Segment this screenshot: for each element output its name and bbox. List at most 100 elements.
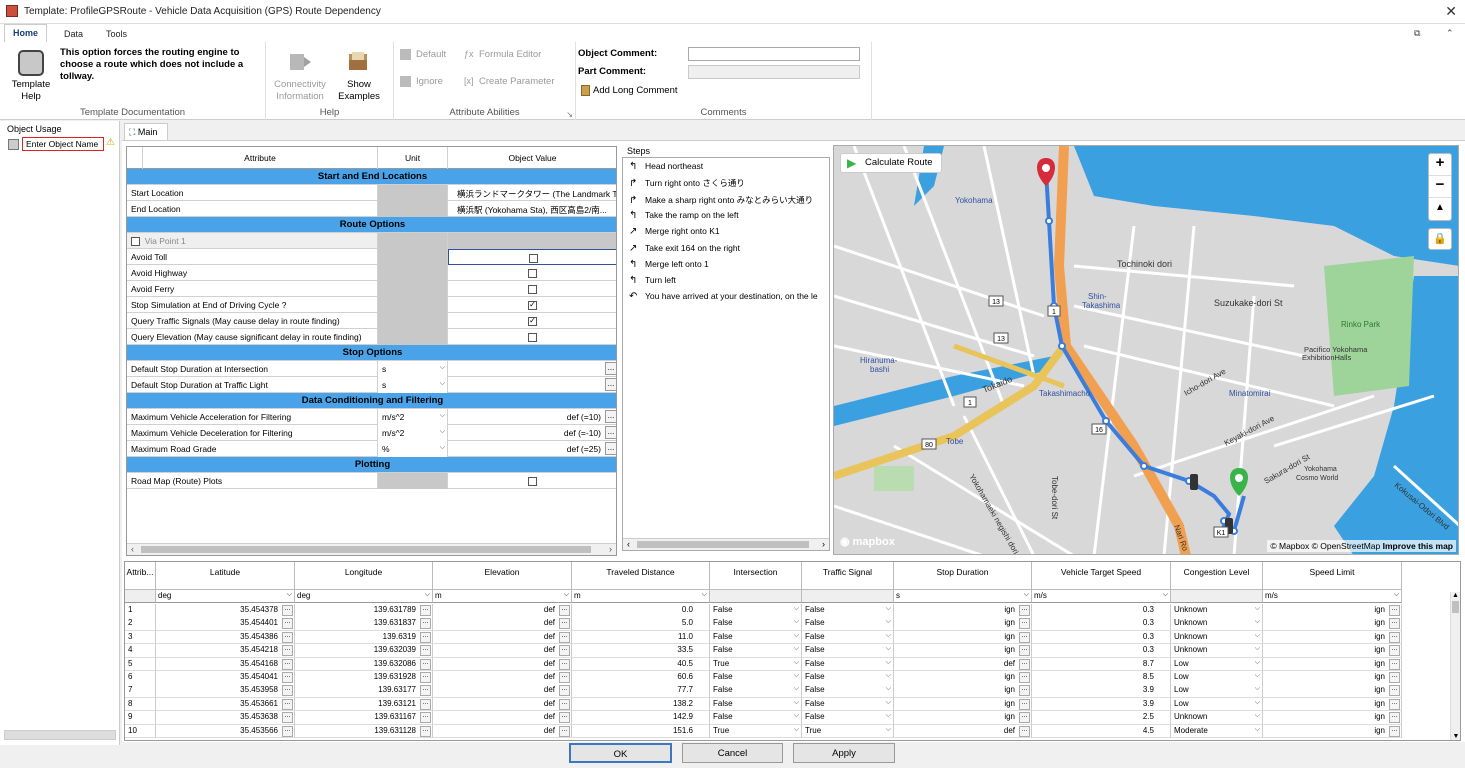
dropdown-icon[interactable]: ⌵	[1255, 685, 1260, 693]
ellipsis-button[interactable]: ...	[1019, 618, 1030, 630]
dropdown-icon[interactable]: ⌵	[886, 685, 891, 693]
ellipsis-button[interactable]: ...	[1389, 672, 1400, 683]
table-cell[interactable]: 8.5	[1032, 671, 1171, 685]
tab-tools[interactable]: Tools	[100, 29, 133, 39]
scroll-down-icon[interactable]: ▼	[1451, 733, 1460, 740]
column-header[interactable]: Speed Limit	[1263, 562, 1402, 590]
ellipsis-button[interactable]: ...	[1389, 725, 1400, 737]
dropdown-icon[interactable]: ⌵	[1255, 632, 1260, 640]
ellipsis-button[interactable]: ...	[420, 685, 431, 697]
ellipsis-button[interactable]: ...	[605, 362, 616, 375]
step-item[interactable]: ↱ Turn right onto さくら通り	[629, 177, 745, 193]
column-header[interactable]: Traffic Signal	[802, 562, 894, 590]
table-cell[interactable]: 35.453638...	[156, 711, 295, 725]
table-cell[interactable]: 35.453566...	[156, 724, 295, 739]
table-cell[interactable]: 2.5	[1032, 711, 1171, 725]
table-cell[interactable]: 139.631789...	[295, 604, 433, 618]
table-cell[interactable]: 139.631837...	[295, 617, 433, 631]
lock-icon[interactable]: 🔒	[1428, 228, 1452, 250]
table-cell[interactable]: 35.454401...	[156, 617, 295, 631]
dialog-launcher-icon[interactable]: ↘	[566, 110, 573, 119]
table-cell[interactable]: Unknown ⌵	[1171, 604, 1263, 618]
value-cell[interactable]: ...	[448, 361, 616, 377]
ellipsis-button[interactable]: ...	[559, 658, 570, 670]
table-cell[interactable]: 139.632039...	[295, 644, 433, 658]
table-cell[interactable]: def...	[433, 630, 572, 645]
unit-dropdown[interactable]: % ⌵	[378, 441, 448, 457]
dropdown-icon[interactable]: ⌵	[794, 726, 799, 734]
ellipsis-button[interactable]: ...	[282, 672, 293, 683]
calculate-route-button[interactable]: ▶ Calculate Route	[840, 153, 942, 173]
table-cell[interactable]: 0.3	[1032, 644, 1171, 658]
avoid-toll-checkbox[interactable]	[528, 254, 538, 264]
table-cell[interactable]: def...	[433, 711, 572, 725]
add-long-comment-button[interactable]: Add Long Comment	[593, 85, 678, 96]
dropdown-icon[interactable]: ⌵	[886, 672, 891, 680]
table-cell[interactable]: 35.453661...	[156, 697, 295, 712]
ellipsis-button[interactable]: ...	[282, 698, 293, 710]
table-cell[interactable]: 35.453958...	[156, 684, 295, 698]
row-via-point[interactable]: Via Point 1	[127, 233, 616, 249]
ellipsis-button[interactable]: ...	[420, 725, 431, 737]
ellipsis-button[interactable]: ...	[420, 645, 431, 657]
table-cell[interactable]: def...	[433, 657, 572, 672]
scroll-left-icon[interactable]: ‹	[627, 539, 630, 549]
query-elevation-checkbox[interactable]	[528, 333, 537, 343]
table-cell[interactable]: 138.2	[572, 697, 710, 712]
dropdown-icon[interactable]: ⌵	[886, 618, 891, 626]
unit-cell[interactable]: m/s ⌵	[1263, 590, 1402, 603]
ellipsis-button[interactable]: ...	[1389, 658, 1400, 670]
table-cell[interactable]: 151.6	[572, 724, 710, 739]
unit-cell[interactable]: m ⌵	[572, 590, 710, 603]
ellipsis-button[interactable]: ...	[1019, 672, 1030, 683]
table-cell[interactable]: def...	[894, 724, 1032, 739]
table-cell[interactable]: 139.631167...	[295, 711, 433, 725]
dropdown-icon[interactable]: ⌵	[1255, 605, 1260, 613]
dropdown-icon[interactable]: ⌵	[794, 672, 799, 680]
row-query-elevation[interactable]: Query Elevation (May cause significant d…	[127, 329, 616, 345]
table-cell[interactable]: False ⌵	[802, 697, 894, 712]
attribution-text[interactable]: © Mapbox © OpenStreetMap	[1270, 541, 1380, 551]
table-cell[interactable]: ign...	[1263, 671, 1402, 685]
ellipsis-button[interactable]: ...	[559, 631, 570, 643]
table-cell[interactable]: ign...	[1263, 630, 1402, 645]
table-cell[interactable]: Moderate ⌵	[1171, 724, 1263, 739]
ellipsis-button[interactable]: ...	[282, 685, 293, 697]
ellipsis-button[interactable]: ...	[559, 605, 570, 616]
table-cell[interactable]: 139.632086...	[295, 657, 433, 672]
ellipsis-button[interactable]: ...	[1389, 712, 1400, 724]
part-comment-input[interactable]	[688, 65, 860, 79]
template-help-icon[interactable]	[18, 50, 44, 76]
table-cell[interactable]: 8.7	[1032, 657, 1171, 672]
ellipsis-button[interactable]: ...	[420, 605, 431, 616]
row-avoid-ferry[interactable]: Avoid Ferry	[127, 281, 616, 297]
value-cell[interactable]: def (=25)...	[448, 441, 616, 457]
table-cell[interactable]: 0.0	[572, 604, 710, 618]
table-cell[interactable]: False ⌵	[802, 644, 894, 658]
value-cell[interactable]: def (=10)...	[448, 409, 616, 425]
step-item[interactable]: ↗ Merge right onto K1	[629, 226, 720, 242]
table-cell[interactable]: 11.0	[572, 630, 710, 645]
table-cell[interactable]: 139.63121...	[295, 697, 433, 712]
table-cell[interactable]: Low ⌵	[1171, 697, 1263, 712]
table-cell[interactable]: Unknown ⌵	[1171, 644, 1263, 658]
ellipsis-button[interactable]: ...	[1389, 605, 1400, 616]
table-cell[interactable]: False ⌵	[710, 617, 802, 631]
table-cell[interactable]: False ⌵	[710, 671, 802, 685]
unit-cell[interactable]: s ⌵	[894, 590, 1032, 603]
ellipsis-button[interactable]: ...	[282, 618, 293, 630]
unit-dropdown-icon[interactable]: ⌵	[564, 591, 569, 599]
table-cell[interactable]: False ⌵	[802, 604, 894, 618]
table-cell[interactable]: 40.5	[572, 657, 710, 672]
dropdown-icon[interactable]: ⌵	[794, 645, 799, 653]
value-cell[interactable]: def (=-10)...	[448, 425, 616, 441]
table-cell[interactable]: ign...	[894, 684, 1032, 698]
ellipsis-button[interactable]: ...	[559, 645, 570, 657]
table-cell[interactable]: 35.454386...	[156, 630, 295, 645]
column-header[interactable]: Attrib...	[125, 562, 156, 590]
unit-dropdown[interactable]: m/s^2 ⌵	[378, 425, 448, 441]
row-query-traffic[interactable]: Query Traffic Signals (May cause delay i…	[127, 313, 616, 329]
via-point-checkbox[interactable]	[131, 237, 140, 247]
step-item[interactable]: ↶ You have arrived at your destination, o…	[629, 291, 818, 307]
ellipsis-button[interactable]: ...	[420, 698, 431, 710]
